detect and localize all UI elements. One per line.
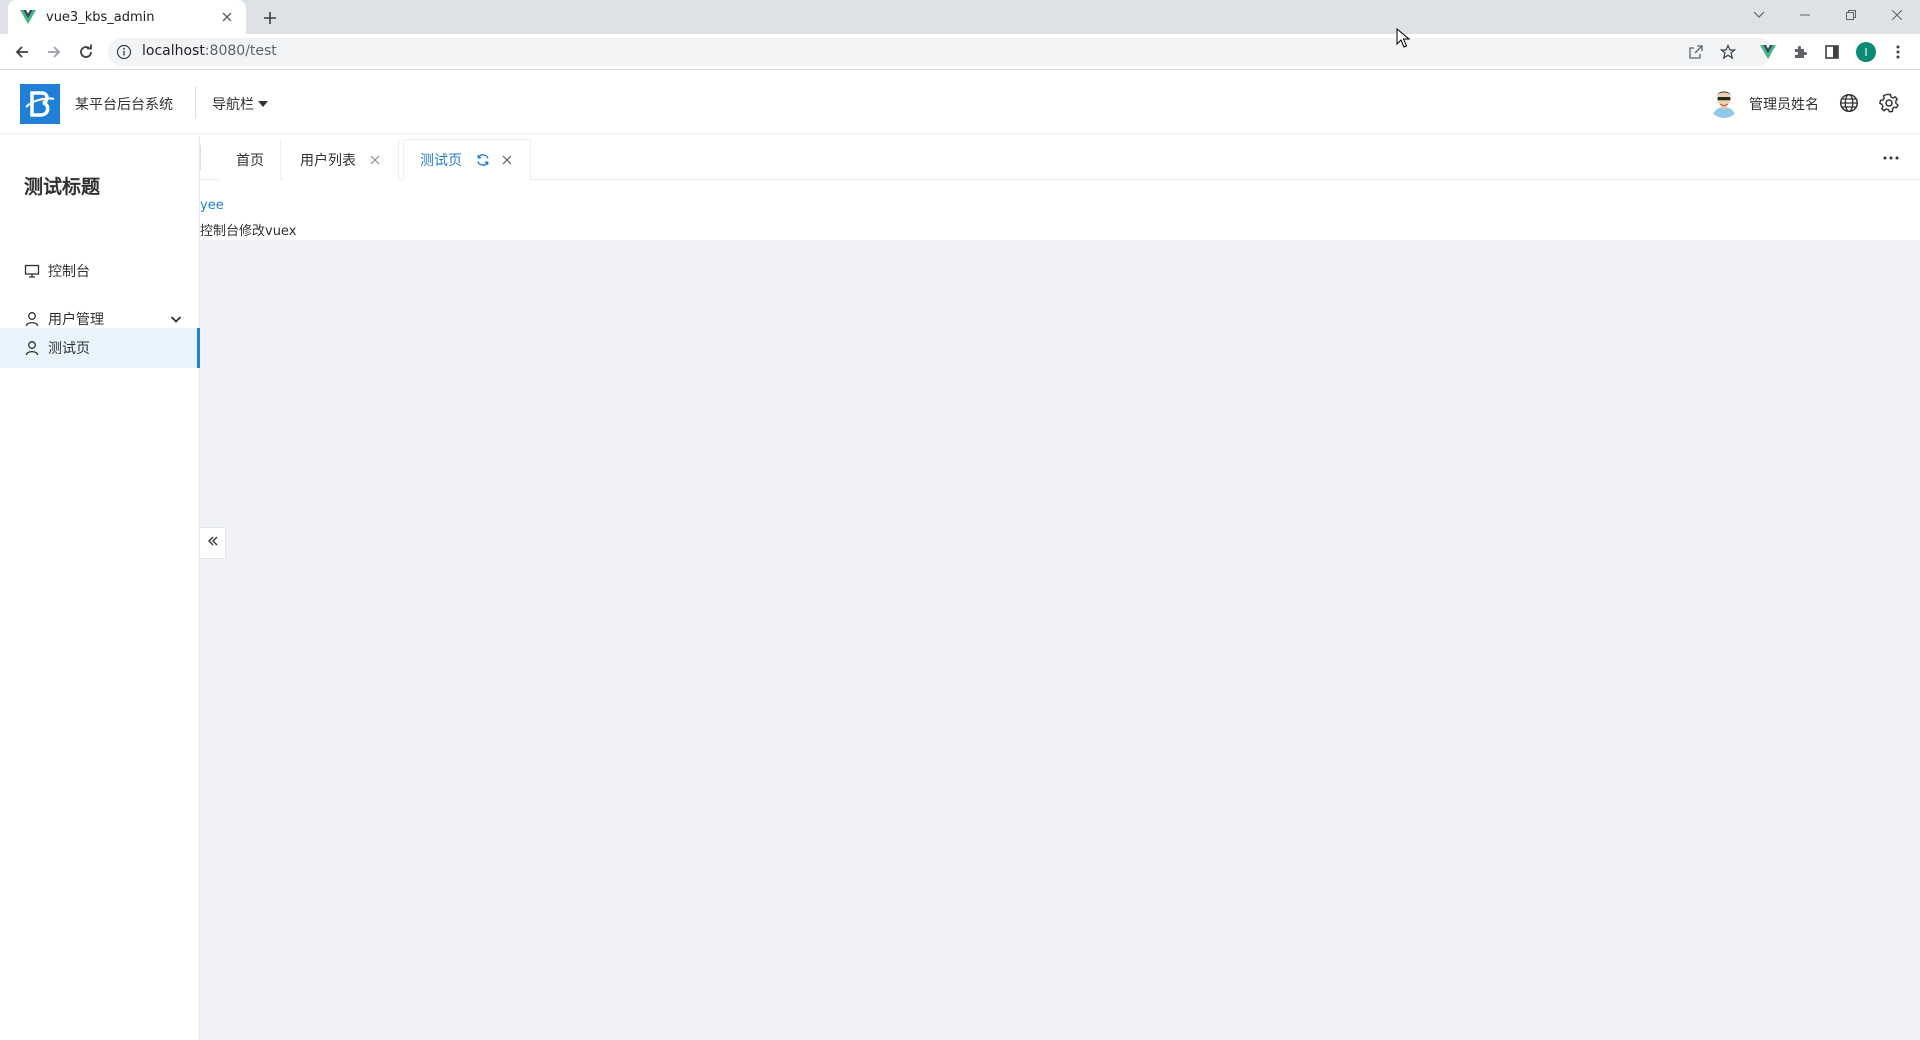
close-tab-icon[interactable] — [218, 8, 236, 26]
browser-menu-icon[interactable] — [1886, 40, 1910, 64]
restore-icon[interactable] — [1828, 0, 1874, 30]
browser-toolbar: localhost:8080/test I — [0, 34, 1920, 70]
bookmark-star-icon[interactable] — [1716, 40, 1740, 64]
sidebar: 测试标题 控制台 用户管理 测试页 — [0, 135, 200, 1040]
site-info-icon[interactable] — [116, 44, 132, 60]
mouse-cursor-icon — [1396, 27, 1411, 48]
browser-tabstrip: vue3_kbs_admin — [0, 0, 1920, 34]
vue-devtools-extension-icon[interactable] — [1756, 40, 1780, 64]
sidebar-item-label: 控制台 — [48, 264, 90, 280]
app-header: 某平台后台系统 导航栏 管理员姓名 — [0, 70, 1920, 134]
forward-icon[interactable] — [42, 40, 66, 64]
minimize-icon[interactable] — [1782, 0, 1828, 30]
collapse-sidebar-button[interactable] — [200, 527, 226, 559]
admin-avatar[interactable] — [1708, 86, 1740, 118]
caret-down-icon — [258, 96, 268, 112]
address-bar[interactable]: localhost:8080/test — [108, 38, 1772, 66]
tag-label: 用户列表 — [300, 152, 356, 169]
close-icon[interactable] — [500, 153, 514, 167]
back-icon[interactable] — [10, 40, 34, 64]
app-logo[interactable] — [20, 84, 60, 124]
tag-test-page[interactable]: 测试页 — [403, 139, 531, 180]
monitor-icon — [24, 263, 40, 279]
system-name: 某平台后台系统 — [75, 97, 173, 113]
side-panel-icon[interactable] — [1820, 40, 1844, 64]
tag-home[interactable]: 首页 — [220, 139, 281, 180]
tag-user-list[interactable]: 用户列表 — [284, 139, 399, 180]
sidebar-item-label: 用户管理 — [48, 312, 104, 328]
sidebar-item-label: 测试页 — [48, 341, 90, 357]
url-host: localhost — [142, 43, 205, 59]
settings-gear-icon[interactable] — [1878, 92, 1900, 114]
user-icon — [24, 311, 40, 327]
share-icon[interactable] — [1684, 40, 1708, 64]
sidebar-item-console[interactable]: 控制台 — [0, 251, 200, 291]
reload-icon[interactable] — [74, 40, 98, 64]
main-area: 首页 用户列表 测试页 yee 控制台修改vuex — [200, 135, 1920, 1040]
new-tab-icon[interactable] — [258, 6, 282, 30]
vuex-text: 控制台修改vuex — [200, 224, 297, 239]
tag-label: 测试页 — [420, 152, 462, 169]
more-options-icon[interactable] — [1882, 149, 1900, 167]
browser-tab[interactable]: vue3_kbs_admin — [8, 0, 246, 34]
vue-logo-icon — [20, 9, 36, 25]
nav-dropdown[interactable]: 导航栏 — [212, 94, 268, 114]
sidebar-title: 测试标题 — [24, 176, 101, 198]
chevron-down-icon — [168, 311, 184, 327]
url-path: :8080/test — [204, 43, 277, 59]
user-icon — [24, 340, 40, 356]
tab-search-icon[interactable] — [1736, 0, 1782, 30]
refresh-icon[interactable] — [476, 153, 490, 167]
profile-avatar[interactable]: I — [1856, 42, 1876, 62]
header-divider — [195, 86, 196, 118]
content-panel: yee 控制台修改vuex — [200, 180, 1920, 240]
browser-tab-title: vue3_kbs_admin — [46, 9, 155, 25]
url-text: localhost:8080/test — [142, 43, 277, 59]
tags-bar: 首页 用户列表 测试页 — [200, 135, 1920, 180]
close-icon[interactable] — [368, 153, 382, 167]
tags-scroll-edge — [200, 145, 201, 170]
extensions-puzzle-icon[interactable] — [1788, 40, 1812, 64]
sidebar-item-test-page[interactable]: 测试页 — [0, 328, 200, 368]
double-chevron-left-icon — [207, 535, 219, 551]
close-window-icon[interactable] — [1874, 0, 1920, 30]
yee-link[interactable]: yee — [200, 198, 224, 213]
nav-dropdown-label: 导航栏 — [212, 97, 254, 113]
language-globe-icon[interactable] — [1838, 92, 1860, 114]
tag-label: 首页 — [236, 152, 264, 169]
admin-name[interactable]: 管理员姓名 — [1749, 94, 1819, 114]
